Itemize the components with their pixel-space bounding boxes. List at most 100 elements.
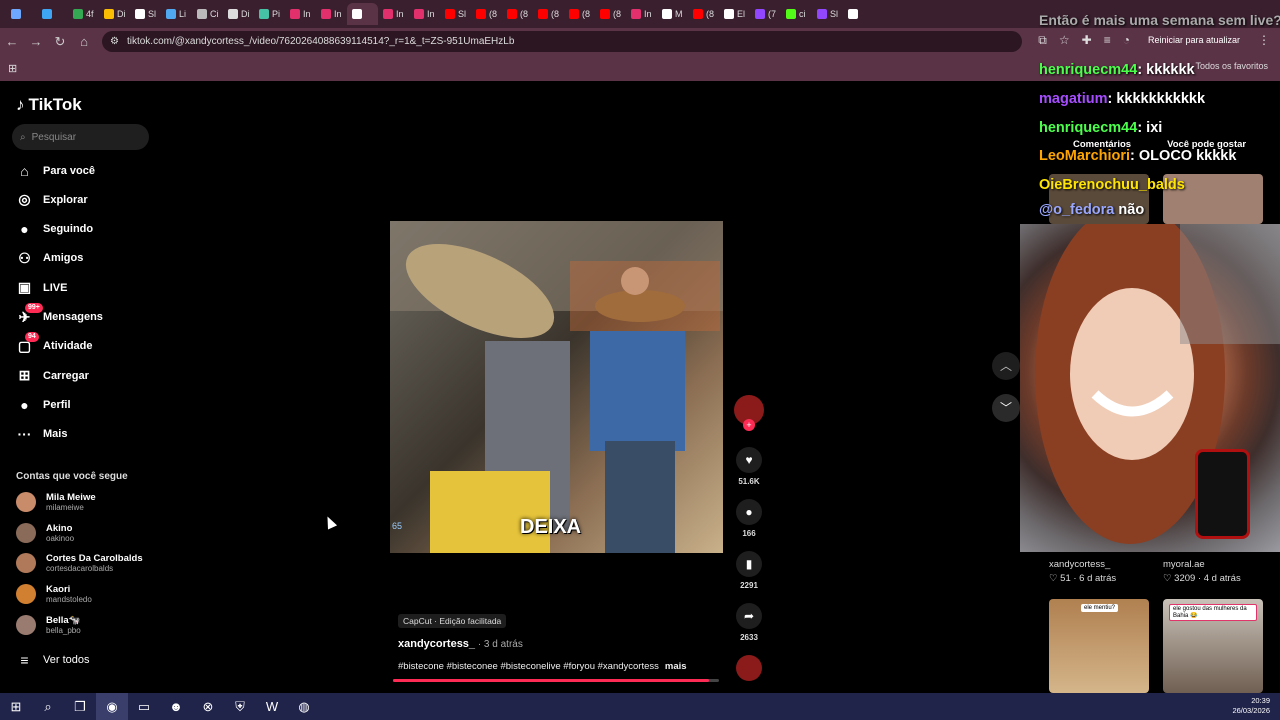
comment-button[interactable]: ● 166 [733, 499, 765, 538]
browser-tab[interactable]: Sl [130, 3, 161, 25]
suggested-author[interactable]: xandycortess_ [1049, 559, 1110, 570]
video-player[interactable]: 65 DEIXA [390, 221, 723, 553]
search-icon[interactable]: ⌕ [32, 693, 64, 720]
sidebar-item-compass[interactable]: ◎ Explorar [16, 191, 156, 208]
reload-icon[interactable]: ↻ [48, 34, 72, 50]
chat-message: henriquecm44: ixi [1039, 120, 1162, 136]
browser-tab[interactable]: ci [781, 3, 812, 25]
browser-tab[interactable] [37, 3, 68, 25]
browser-tab[interactable]: Sl [812, 3, 843, 25]
instagram-icon [290, 9, 300, 19]
save-button[interactable]: ▮ 2291 [733, 551, 765, 590]
profile-icon[interactable]: ◔ [1123, 33, 1130, 47]
browser-tab[interactable]: (8 [533, 3, 564, 25]
sidebar-item-profile-avatar[interactable]: ● Perfil [16, 396, 156, 413]
xbox-icon[interactable]: ⊗ [192, 693, 224, 720]
browser-tab[interactable]: Di [99, 3, 130, 25]
share-button[interactable]: ➦ 2633 [733, 603, 765, 642]
browser-tab[interactable]: (7 [750, 3, 781, 25]
back-icon[interactable]: ← [0, 34, 24, 49]
sidebar-item-label: Explorar [43, 193, 88, 206]
sidebar-item-following-avatar[interactable]: ● Seguindo [16, 221, 156, 238]
capcut-badge[interactable]: CapCut · Edição facilitada [398, 614, 507, 628]
browser-tab[interactable]: (8 [471, 3, 502, 25]
tab-label: In [396, 9, 404, 19]
reboot-button[interactable]: Reiniciar para atualizar [1142, 32, 1246, 48]
browser-tab[interactable]: In [409, 3, 440, 25]
previous-video-button[interactable]: ︿ [992, 352, 1020, 380]
url-bar[interactable]: ⚙ tiktok.com/@xandycortess_/video/762026… [102, 31, 1022, 52]
tiktok-logo[interactable]: ♪ TikTok [16, 95, 82, 115]
windows-start-icon[interactable]: ⊞ [0, 693, 32, 720]
search-input[interactable]: ⌕ Pesquisar [12, 124, 149, 150]
follow-plus-icon[interactable]: + [743, 419, 755, 431]
browser-tab[interactable]: Li [161, 3, 192, 25]
suggested-thumb[interactable]: ele mentiu? [1049, 599, 1149, 693]
browser-tab[interactable]: El [719, 3, 750, 25]
video-progress-bar[interactable] [393, 679, 719, 682]
creator-avatar[interactable]: + [733, 395, 765, 431]
forward-icon[interactable]: → [24, 34, 48, 49]
followed-account[interactable]: Mila Meiwe milameiwe [16, 492, 96, 512]
followed-account[interactable]: Akino oakinoo [16, 522, 74, 543]
video-author[interactable]: xandycortess_ · 3 d atrás [398, 638, 523, 650]
followed-account[interactable]: Cortes Da Carolbalds cortesdacarolbalds [16, 553, 143, 574]
see-all-link[interactable]: ≡ Ver todos [16, 651, 156, 668]
followed-account[interactable]: Bella🐄 bella_pbo [16, 614, 81, 635]
discord-icon[interactable]: ☻ [160, 693, 192, 720]
all-favorites-link[interactable]: Todos os favoritos [1195, 61, 1268, 71]
browser-tab[interactable]: (8 [564, 3, 595, 25]
hashtags-text[interactable]: #bistecone #bisteconee #bisteconelive #f… [398, 661, 659, 672]
browser-tab[interactable] [843, 3, 874, 25]
browser-tab[interactable]: 4f [68, 3, 99, 25]
browser-tab[interactable] [347, 3, 378, 25]
sidebar-item-messages[interactable]: ✈ 99+ Mensagens [16, 302, 156, 326]
sidebar-item-friends[interactable]: ⚇ Amigos [16, 250, 156, 267]
home-icon[interactable]: ⌂ [72, 34, 96, 49]
shield-icon[interactable]: ⛨ [224, 693, 256, 720]
browser-menu-icon[interactable]: ⋮ [1258, 33, 1270, 47]
browser-tab[interactable]: In [626, 3, 657, 25]
browser-tab[interactable]: M [657, 3, 688, 25]
browser-tab[interactable]: (8 [595, 3, 626, 25]
comment-icon: ● [736, 499, 762, 525]
chrome-icon[interactable]: ◉ [96, 693, 128, 720]
sidebar-item-home[interactable]: ⌂ Para você [16, 162, 156, 179]
browser-tab[interactable]: In [378, 3, 409, 25]
browser-tab[interactable]: (8 [688, 3, 719, 25]
word-icon[interactable]: W [256, 693, 288, 720]
chat-username: LeoMarchiori [1039, 148, 1131, 164]
more-link[interactable]: mais [665, 661, 687, 672]
sidebar-item-more[interactable]: ··· Mais [16, 426, 156, 443]
reading-list-icon[interactable]: ≡ [1104, 33, 1111, 47]
browser-tab[interactable] [6, 3, 37, 25]
notification-badge: 94 [25, 331, 39, 342]
suggested-thumb[interactable]: ele gostou das mulheres da Bahia 😂 [1163, 599, 1263, 693]
browser-tab[interactable]: (8 [502, 3, 533, 25]
extensions-icon[interactable]: ✚ [1082, 33, 1092, 47]
install-icon[interactable]: ⧉ [1038, 33, 1047, 48]
followed-account[interactable]: Kaori mandstoledo [16, 584, 92, 605]
system-clock[interactable]: 20:39 26/03/2026 [1232, 696, 1270, 716]
sound-avatar[interactable] [733, 655, 765, 681]
account-name: Akino [46, 522, 73, 534]
obs-icon[interactable]: ◍ [288, 693, 320, 720]
bookmark-star-icon[interactable]: ☆ [1059, 33, 1070, 47]
browser-tab[interactable]: In [285, 3, 316, 25]
like-button[interactable]: ♥ 51.6K [733, 447, 765, 486]
sidebar-item-activity[interactable]: ▢ 94 Atividade [16, 331, 156, 355]
browser-tab[interactable]: Pi [254, 3, 285, 25]
sidebar-item-upload[interactable]: ⊞ Carregar [16, 367, 156, 384]
browser-tab[interactable]: Di [223, 3, 254, 25]
next-video-button[interactable]: ﹀ [992, 394, 1020, 422]
suggested-author[interactable]: myoral.ae [1163, 559, 1205, 570]
site-info-icon[interactable]: ⚙ [110, 36, 119, 47]
browser-tab[interactable]: Ci [192, 3, 223, 25]
twitch-icon [755, 9, 765, 19]
sidebar-item-live[interactable]: ▣ LIVE [16, 279, 156, 296]
task-view-icon[interactable]: ❐ [64, 693, 96, 720]
browser-tab[interactable]: In [316, 3, 347, 25]
apps-grid-icon[interactable]: ⊞ [8, 62, 17, 75]
browser-tab[interactable]: Sl [440, 3, 471, 25]
file-explorer-icon[interactable]: ▭ [128, 693, 160, 720]
